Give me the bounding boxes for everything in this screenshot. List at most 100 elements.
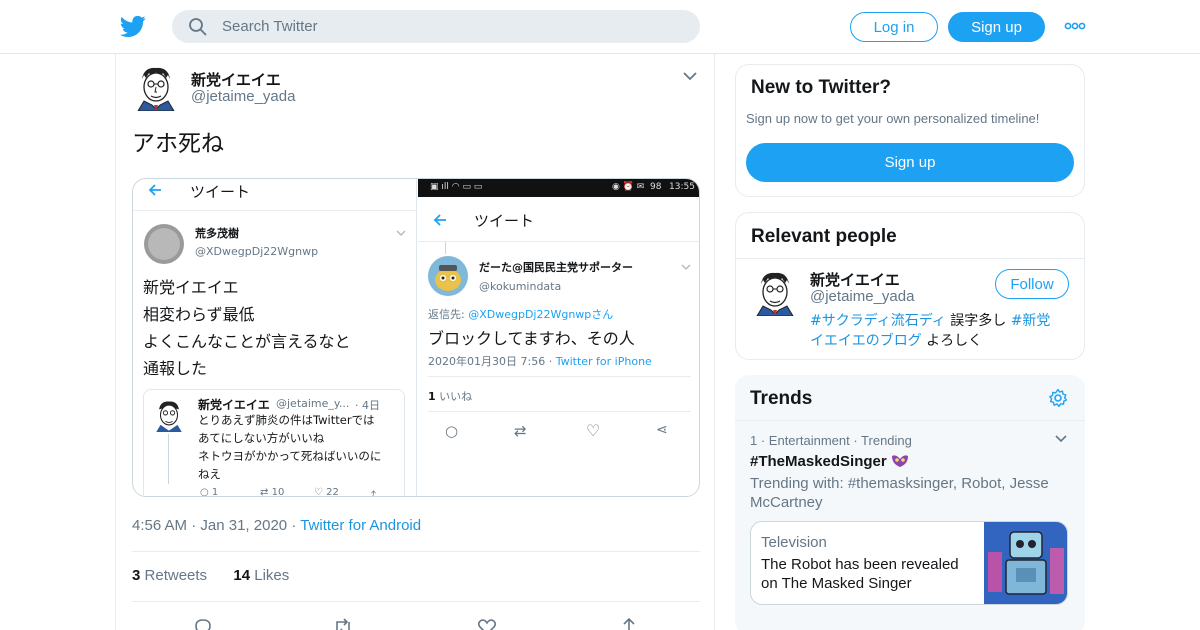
chevron-down-icon[interactable] — [682, 70, 698, 82]
likes-label: Likes — [254, 567, 290, 584]
reply-to-prefix: 返信先: — [428, 308, 465, 321]
screenshot-user-handle: @kokumindata — [479, 280, 562, 293]
person-name[interactable]: 新党イエイエ — [810, 269, 900, 290]
new-to-twitter-title: New to Twitter? — [751, 77, 892, 98]
signup-button-sidebar[interactable]: Sign up — [746, 143, 1074, 182]
retweets-stat[interactable]: 3 Retweets — [132, 567, 207, 584]
quoted-age: · 4日 — [355, 399, 380, 412]
tweet-actions — [116, 616, 716, 630]
like-heart-icon[interactable] — [476, 616, 498, 630]
tweet-source-link[interactable]: Twitter for Android — [300, 517, 421, 534]
bio-hashtag[interactable]: #サクラディ流石ディ — [810, 313, 946, 329]
screenshot-line: 相変わらず最低 — [143, 305, 255, 324]
retweet-icon: ⇄ — [260, 487, 269, 497]
divider — [132, 551, 700, 552]
quoted-line: ねえ — [198, 467, 221, 481]
share-icon[interactable] — [618, 616, 640, 630]
new-to-twitter-subtitle: Sign up now to get your own personalized… — [746, 111, 1040, 126]
masked-singer-emoji-icon — [891, 455, 908, 467]
status-alarm-icon: ◉ ⏰ ✉ — [612, 182, 645, 192]
person-avatar[interactable] — [751, 268, 799, 316]
tweet-author-handle[interactable]: @jetaime_yada — [191, 88, 295, 105]
person-handle[interactable]: @jetaime_yada — [810, 288, 914, 305]
trend-rank: 1 — [750, 433, 758, 448]
signup-button-header[interactable]: Sign up — [948, 12, 1045, 42]
media-screenshot-left: ツイート 荒多茂樹 @XDwegpDj22Wgnwp 新党イエイエ 相変わらず最… — [133, 179, 417, 497]
divider — [132, 601, 700, 602]
quoted-line: とりあえず肺炎の件はTwitterでは — [198, 413, 375, 427]
retweet-icon: ⇄ — [514, 422, 527, 440]
tweet-media-image[interactable]: ツイート 荒多茂樹 @XDwegpDj22Wgnwp 新党イエイエ 相変わらず最… — [132, 178, 700, 497]
reply-icon: ○ — [445, 422, 459, 440]
chevron-down-icon — [681, 264, 691, 270]
person-bio: #サクラディ流石ディ 誤字多し #新党イエイエのブログ よろしく — [810, 311, 1074, 351]
search-icon — [189, 18, 207, 36]
bio-hashtag[interactable]: #新党 — [1011, 313, 1051, 329]
reply-icon[interactable] — [192, 616, 214, 630]
quoted-line: あてにしない方がいいね — [198, 431, 325, 445]
relevant-people-card: Relevant people 新党イエイエ @jetaime_yada Fol… — [735, 212, 1085, 360]
settings-gear-icon[interactable] — [1048, 388, 1068, 408]
bio-text: 誤字多し — [945, 313, 1011, 329]
follow-button[interactable]: Follow — [995, 269, 1069, 299]
twitter-bird-icon[interactable] — [120, 13, 146, 39]
screenshot-user-name: 荒多茂樹 — [195, 227, 239, 240]
retweet-icon[interactable] — [332, 616, 354, 630]
trend-trending-with: Trending with: #themasksinger, Robot, Je… — [750, 474, 1049, 512]
login-button[interactable]: Log in — [850, 12, 938, 42]
user-avatar — [144, 224, 184, 264]
tweet-author-name[interactable]: 新党イエイエ — [191, 69, 281, 90]
screenshot-header: ツイート — [190, 183, 251, 201]
quoted-avatar — [156, 401, 182, 432]
screenshot-user-name: だーた@国民民主党サポーター — [479, 261, 633, 274]
story-title: The Robot has been revealed on The Masked… — [761, 555, 959, 593]
story-title-line: on The Masked Singer — [761, 575, 912, 592]
quoted-handle: @jetaime_y... — [276, 397, 350, 410]
quoted-like-count: 22 — [326, 487, 339, 497]
trend-hashtag[interactable]: #TheMaskedSinger — [750, 453, 887, 470]
quoted-reply-count: 1 — [211, 487, 219, 497]
likes-count: 14 — [233, 567, 251, 584]
new-to-twitter-card: New to Twitter? Sign up now to get your … — [735, 64, 1085, 197]
back-arrow-icon — [433, 214, 446, 226]
heart-icon: ♡ — [314, 487, 323, 497]
back-arrow-icon — [148, 184, 161, 196]
search-input[interactable] — [222, 10, 682, 43]
screenshot-line: 通報した — [143, 359, 208, 378]
story-title-line: The Robot has been revealed — [761, 556, 959, 573]
reply-icon: ○ — [200, 487, 209, 497]
bio-text: よろしく — [921, 333, 983, 349]
tweet-detail-column: 新党イエイエ @jetaime_yada アホ死ね ツイート 荒多茂樹 @XDw… — [115, 54, 715, 630]
more-dots-icon[interactable] — [1064, 22, 1086, 30]
likes-stat[interactable]: 14 Likes — [233, 567, 289, 584]
top-navigation-bar: Log in Sign up — [0, 0, 1200, 54]
heart-icon: ♡ — [586, 421, 601, 440]
quoted-retweet-count: 10 — [271, 487, 285, 497]
relevant-people-title: Relevant people — [751, 226, 897, 247]
bio-hashtag-continued[interactable]: イエイエのブログ — [810, 333, 922, 349]
share-icon: ⤴ — [366, 491, 376, 497]
chevron-down-icon[interactable] — [1054, 434, 1068, 444]
screenshot-likes-label: いいね — [439, 390, 473, 403]
trend-category: Entertainment · Trending — [768, 433, 912, 448]
quoted-tweet: 新党イエイエ @jetaime_y... · 4日 とりあえず肺炎の件はTwit… — [143, 389, 405, 497]
search-box[interactable] — [172, 10, 700, 43]
author-avatar[interactable] — [132, 63, 180, 111]
quoted-line: ネトウヨがかかって死ねばいいのに — [198, 449, 382, 463]
story-category: Television — [761, 534, 827, 551]
chevron-down-icon — [396, 230, 406, 236]
tweet-date[interactable]: Jan 31, 2020 — [200, 517, 287, 534]
reply-to-handle: @XDwegpDj22Wgnwpさん — [468, 308, 614, 321]
status-time: 13:55 — [669, 182, 695, 192]
trend-story-card[interactable]: Television The Robot has been revealed on… — [750, 521, 1068, 605]
tweet-stats: 3 Retweets 14 Likes — [132, 567, 289, 584]
screenshot-timestamp: 2020年01月30日 7:56 — [428, 355, 546, 368]
tweet-time[interactable]: 4:56 AM — [132, 517, 187, 534]
share-icon: ⋖ — [656, 422, 668, 438]
quoted-name: 新党イエイエ — [198, 398, 270, 412]
screenshot-line: よくこんなことが言えるなと — [143, 332, 351, 351]
screenshot-source: Twitter for iPhone — [555, 355, 652, 368]
screenshot-user-handle: @XDwegpDj22Wgnwp — [195, 245, 319, 258]
status-battery: 98 — [650, 182, 662, 192]
user-avatar — [428, 256, 468, 296]
